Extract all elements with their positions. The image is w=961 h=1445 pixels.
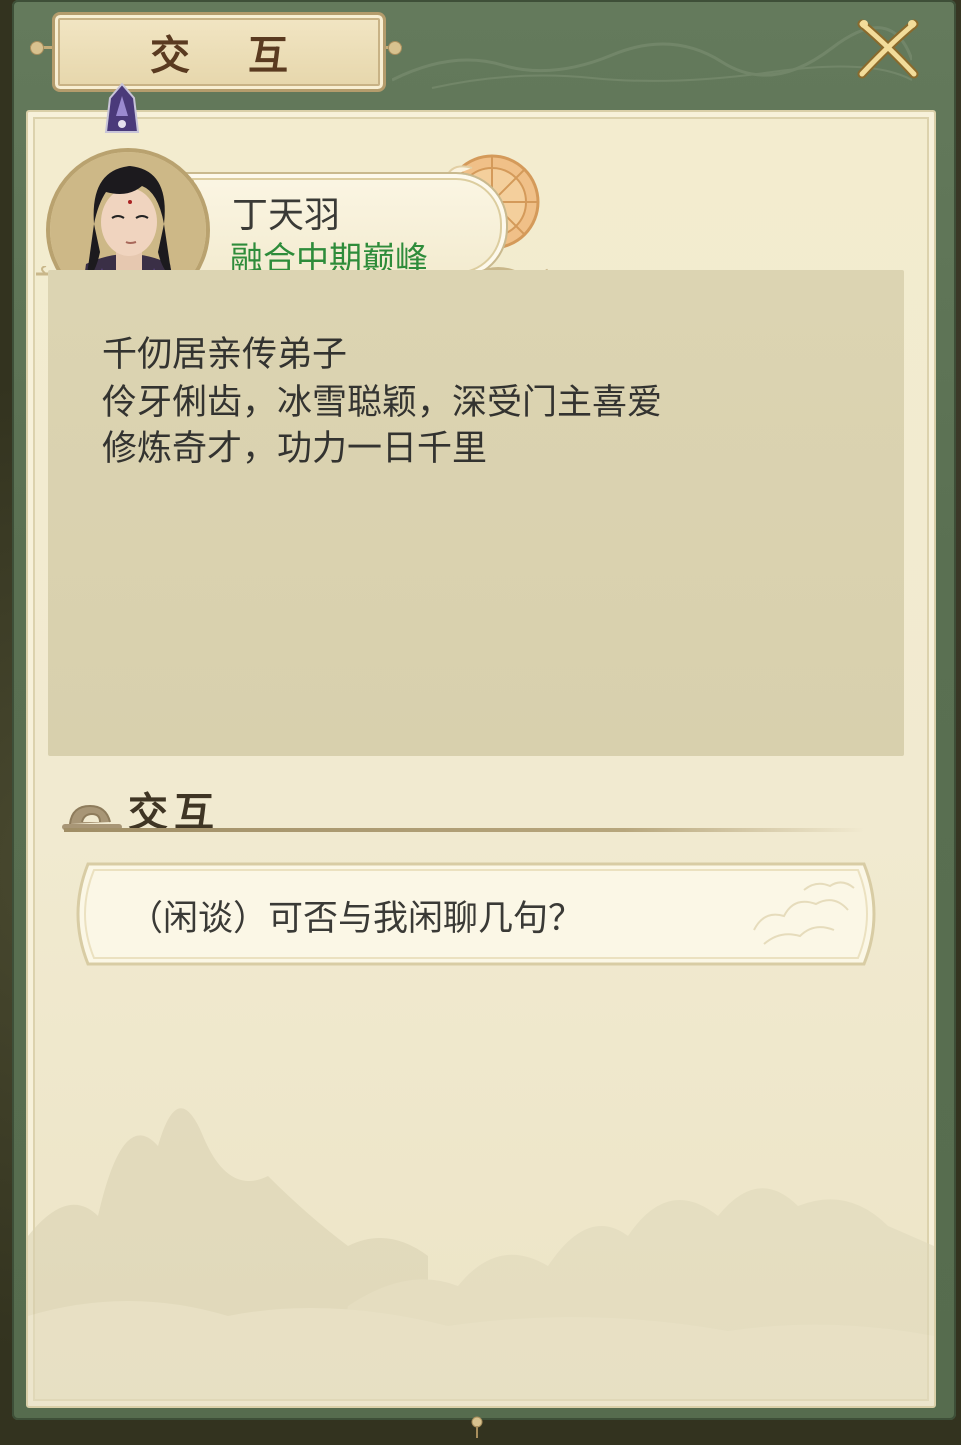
- crown-ornament: [104, 82, 140, 133]
- description-line: 伶牙俐齿，冰雪聪颖，深受门主喜爱: [102, 383, 663, 423]
- ink-mountains-background: [28, 1108, 934, 1406]
- character-nameplate: 丁天羽 融合中期巅峰: [186, 172, 508, 280]
- description-line: 千仞居亲传弟子: [102, 335, 348, 375]
- game-screen: 交 互 丁天羽 融合中期巅峰 千仞居亲传弟子 伶牙俐齿，冰雪聪颖，深受门主喜爱 …: [0, 0, 961, 1445]
- bottom-pin-ornament: [471, 1416, 483, 1438]
- mountain-mist-decoration: [392, 26, 912, 89]
- section-divider: [64, 828, 864, 832]
- close-button[interactable]: [856, 18, 920, 80]
- character-name: 丁天羽: [232, 195, 341, 236]
- plaque-knob-left: [30, 41, 44, 55]
- description-line: 修炼奇才，功力一日千里: [102, 429, 488, 469]
- chat-option-button[interactable]: （闲谈）可否与我闲聊几句？: [64, 860, 888, 968]
- plaque-knob-right: [388, 41, 402, 55]
- close-x-icon: [857, 19, 919, 79]
- window-title: 交 互: [150, 32, 310, 79]
- character-description: 千仞居亲传弟子 伶牙俐齿，冰雪聪颖，深受门主喜爱 修炼奇才，功力一日千里: [48, 270, 904, 756]
- chat-option-label: （闲谈）可否与我闲聊几句？: [128, 899, 584, 939]
